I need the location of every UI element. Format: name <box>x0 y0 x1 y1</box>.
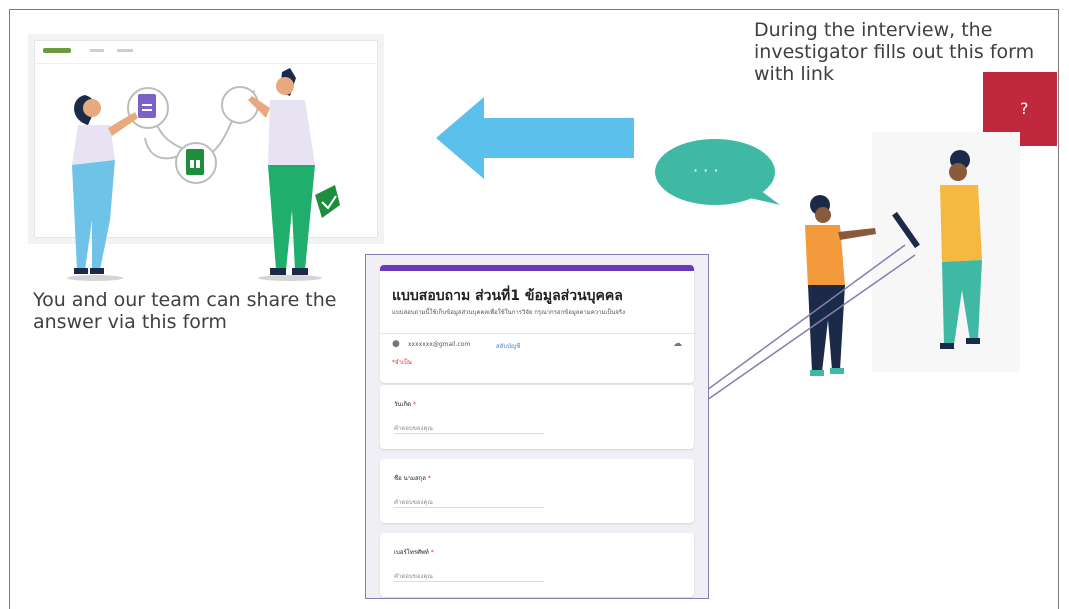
answer-input[interactable]: คำตอบของคุณ <box>394 571 433 581</box>
question-label: ชื่อ นามสกุล * <box>394 475 431 482</box>
cloud-icon: ☁ <box>673 339 682 349</box>
answer-input[interactable]: คำตอบของคุณ <box>394 497 433 507</box>
account-icon: ● <box>392 339 400 349</box>
interviewer-figure <box>805 195 876 376</box>
divider <box>380 333 694 334</box>
answer-underline <box>394 433 544 434</box>
question-label: วันเกิด * <box>394 401 416 408</box>
question-mark: ? <box>1020 99 1029 118</box>
question-label: เบอร์โทรศัพท์ * <box>394 549 434 556</box>
google-form-mockup: แบบสอบถาม ส่วนที่1 ข้อมูลส่วนบุคคล แบบสอ… <box>365 254 709 599</box>
required-note: *จำเป็น <box>392 359 412 366</box>
form-title: แบบสอบถาม ส่วนที่1 ข้อมูลส่วนบุคคล <box>392 288 623 304</box>
form-description: แบบสอบถามนี้ใช้เก็บข้อมูลส่วนบุคคลเพื่อใ… <box>392 309 626 316</box>
answer-input[interactable]: คำตอบของคุณ <box>394 423 433 433</box>
answer-underline <box>394 581 544 582</box>
answer-underline <box>394 507 544 508</box>
question-card: เบอร์โทรศัพท์ * คำตอบของคุณ <box>380 533 694 597</box>
speech-bubble-dots: · · · <box>693 161 719 180</box>
form-header-card: แบบสอบถาม ส่วนที่1 ข้อมูลส่วนบุคคล แบบสอ… <box>380 265 694 383</box>
switch-account-link[interactable]: สลับบัญชี <box>496 341 520 351</box>
question-card: ชื่อ นามสกุล * คำตอบของคุณ <box>380 459 694 523</box>
account-email: xxxxxxx@gmail.com <box>408 341 471 348</box>
question-card: วันเกิด * คำตอบของคุณ <box>380 385 694 449</box>
